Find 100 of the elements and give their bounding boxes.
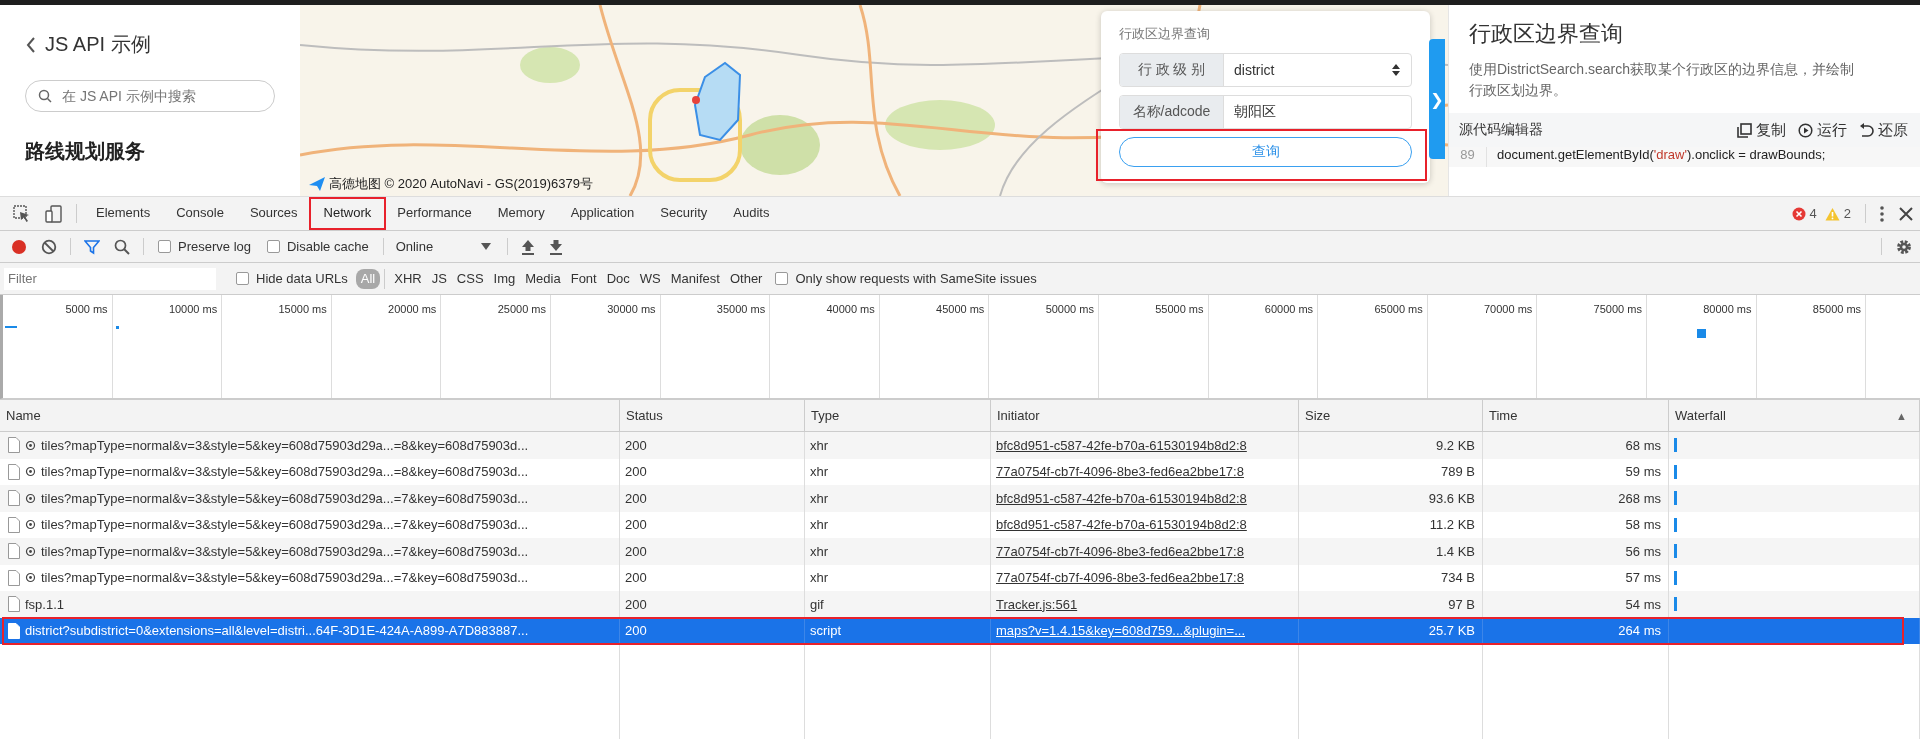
checkbox[interactable] bbox=[775, 272, 789, 285]
tick-label: 30000 ms bbox=[607, 303, 656, 315]
request-name: tiles?mapType=normal&v=3&style=5&key=608d75903d29a...=7&key=608d75903d... bbox=[41, 570, 529, 586]
checkbox[interactable] bbox=[236, 272, 249, 285]
upload-icon[interactable] bbox=[521, 238, 536, 255]
tick-label: 55000 ms bbox=[1155, 303, 1204, 315]
file-icon bbox=[8, 596, 20, 613]
warning-icon bbox=[1824, 206, 1840, 221]
download-icon[interactable] bbox=[549, 238, 564, 255]
filter-icon[interactable] bbox=[84, 238, 100, 255]
initiator-link[interactable]: 77a0754f-cb7f-4096-8be3-fed6ea2bbe17:8 bbox=[996, 464, 1244, 480]
inspect-icon[interactable] bbox=[13, 204, 31, 223]
device-icon[interactable] bbox=[45, 204, 63, 223]
type-filter[interactable]: CSS bbox=[451, 268, 489, 289]
tick-label: 80000 ms bbox=[1703, 303, 1752, 315]
request-name: tiles?mapType=normal&v=3&style=5&key=608d75903d29a...=8&key=608d75903d... bbox=[41, 437, 529, 453]
gear-icon bbox=[25, 492, 36, 504]
section-heading: 路线规划服务 bbox=[25, 139, 146, 164]
undo-icon bbox=[1859, 122, 1874, 138]
waterfall-bar bbox=[1674, 517, 1677, 532]
error-count: 4 bbox=[1809, 206, 1817, 221]
initiator-link[interactable]: maps?v=1.4.15&key=608d759...&plugin=... bbox=[996, 623, 1245, 639]
close-icon[interactable] bbox=[1899, 206, 1913, 221]
request-row[interactable]: tiles?mapType=normal&v=3&style=5&key=608d75903d29a...=7&key=608d75903d... 200 xhr 77a0754f-cb7f-4096-8be3-fed6ea2bbe17:8 1.4 KB 56 ms bbox=[0, 538, 1920, 565]
type-filter[interactable]: Doc bbox=[601, 268, 635, 289]
initiator-link[interactable]: bfc8d951-c587-42fe-b70a-61530194b8d2:8 bbox=[996, 490, 1247, 506]
record-icon[interactable] bbox=[11, 238, 27, 255]
devtools-tab[interactable]: Console bbox=[163, 197, 237, 230]
table-cell: 200 bbox=[620, 432, 805, 459]
devtools-tab[interactable]: Security bbox=[647, 197, 721, 230]
code-line: document.getElementById('draw').onclick = drawBounds; bbox=[1496, 147, 1826, 162]
settings-icon[interactable] bbox=[1895, 237, 1913, 256]
table-cell: 9.2 KB bbox=[1299, 432, 1483, 459]
checkbox-label: Only show requests with SameSite issues bbox=[795, 271, 1037, 286]
file-icon bbox=[8, 622, 20, 639]
chevron-icon bbox=[25, 35, 37, 54]
table-cell: 93.6 KB bbox=[1299, 485, 1483, 512]
column-header[interactable]: Name bbox=[0, 400, 620, 431]
type-filter[interactable]: JS bbox=[426, 268, 452, 289]
tick-label: 40000 ms bbox=[826, 303, 875, 315]
devtools-tab[interactable]: Audits bbox=[720, 197, 783, 230]
request-row[interactable]: tiles?mapType=normal&v=3&style=5&key=608d75903d29a...=7&key=608d75903d... 200 xhr bfc8d951-c587-42fe-b70a-61530194b8d2:8 93.6 KB 268 ms bbox=[0, 485, 1920, 512]
type-filter[interactable]: Manifest bbox=[665, 268, 725, 289]
copy-button[interactable]: 复制 bbox=[1737, 120, 1786, 140]
tick-label: 45000 ms bbox=[936, 303, 985, 315]
table-cell: xhr bbox=[805, 485, 991, 512]
initiator-link[interactable]: Tracker.js:561 bbox=[996, 596, 1078, 612]
devtools-tab[interactable]: Memory bbox=[484, 197, 558, 230]
type-filter[interactable]: Font bbox=[565, 268, 602, 289]
checkbox[interactable] bbox=[158, 240, 171, 253]
back-link[interactable]: JS API 示例 bbox=[25, 31, 275, 58]
search-input[interactable]: 在 JS API 示例中搜索 bbox=[60, 87, 262, 105]
initiator-link[interactable]: bfc8d951-c587-42fe-b70a-61530194b8d2:8 bbox=[996, 517, 1247, 533]
initiator-link[interactable]: 77a0754f-cb7f-4096-8be3-fed6ea2bbe17:8 bbox=[996, 570, 1244, 586]
tick-label: 75000 ms bbox=[1593, 303, 1642, 315]
file-icon bbox=[8, 437, 20, 454]
tick-label: 50000 ms bbox=[1045, 303, 1094, 315]
devtools-tab[interactable]: Sources bbox=[236, 197, 311, 230]
devtools-tab[interactable]: Elements bbox=[83, 197, 164, 230]
restore-button[interactable]: 还原 bbox=[1859, 120, 1908, 140]
type-filter[interactable]: Media bbox=[520, 268, 566, 289]
request-name: tiles?mapType=normal&v=3&style=5&key=608d75903d29a...=7&key=608d75903d... bbox=[41, 517, 529, 533]
initiator-link[interactable]: 77a0754f-cb7f-4096-8be3-fed6ea2bbe17:8 bbox=[996, 543, 1244, 559]
clear-icon[interactable] bbox=[41, 238, 57, 255]
search-icon[interactable] bbox=[114, 238, 130, 255]
type-filter[interactable]: WS bbox=[634, 268, 666, 289]
search-icon bbox=[38, 89, 52, 103]
throttling-select[interactable]: Online bbox=[389, 231, 502, 262]
editor-label: 源代码编辑器 bbox=[1459, 121, 1543, 139]
tick-label: 85000 ms bbox=[1812, 303, 1862, 315]
type-filter[interactable]: XHR bbox=[389, 268, 427, 289]
tick-label: 65000 ms bbox=[1374, 303, 1423, 315]
devtools-tab[interactable]: Application bbox=[557, 197, 648, 230]
request-row[interactable]: tiles?mapType=normal&v=3&style=5&key=608d75903d29a...=8&key=608d75903d... 200 xhr bfc8d951-c587-42fe-b70a-61530194b8d2:8 9.2 KB 68 ms bbox=[0, 432, 1920, 459]
name-input[interactable]: 朝阳区 bbox=[1234, 104, 1401, 120]
column-header[interactable]: Initiator bbox=[991, 400, 1299, 431]
column-header[interactable]: Time bbox=[1483, 400, 1669, 431]
column-header[interactable]: Type bbox=[805, 400, 991, 431]
warning-count: 2 bbox=[1843, 206, 1851, 221]
column-header[interactable]: Status bbox=[620, 400, 805, 431]
query-button[interactable]: 查询 bbox=[1119, 137, 1412, 167]
waterfall-bar bbox=[1674, 544, 1677, 559]
column-header[interactable]: Waterfall ▲ bbox=[1669, 400, 1920, 431]
initiator-link[interactable]: bfc8d951-c587-42fe-b70a-61530194b8d2:8 bbox=[996, 437, 1247, 453]
devtools-tab[interactable]: Performance bbox=[384, 197, 485, 230]
table-cell: 200 bbox=[620, 485, 805, 512]
checkbox[interactable] bbox=[267, 240, 280, 253]
type-filter[interactable]: Other bbox=[724, 268, 768, 289]
type-filter[interactable]: Img bbox=[488, 268, 521, 289]
play-icon bbox=[1798, 122, 1813, 138]
request-name: tiles?mapType=normal&v=3&style=5&key=608d75903d29a...=8&key=608d75903d... bbox=[41, 464, 529, 480]
request-row[interactable]: fsp.1.1 200 gif Tracker.js:561 97 B 54 ms bbox=[0, 591, 1920, 618]
more-icon[interactable] bbox=[1879, 204, 1885, 223]
filter-field[interactable]: Filter bbox=[4, 267, 216, 290]
checkbox-label: Hide data URLs bbox=[256, 271, 348, 286]
tick-label: 60000 ms bbox=[1264, 303, 1314, 315]
name-field[interactable]: 名称/adcode 朝阳区 bbox=[1119, 95, 1412, 129]
run-button[interactable]: 运行 bbox=[1798, 120, 1847, 140]
column-header[interactable]: Size bbox=[1299, 400, 1483, 431]
file-icon bbox=[8, 463, 20, 480]
